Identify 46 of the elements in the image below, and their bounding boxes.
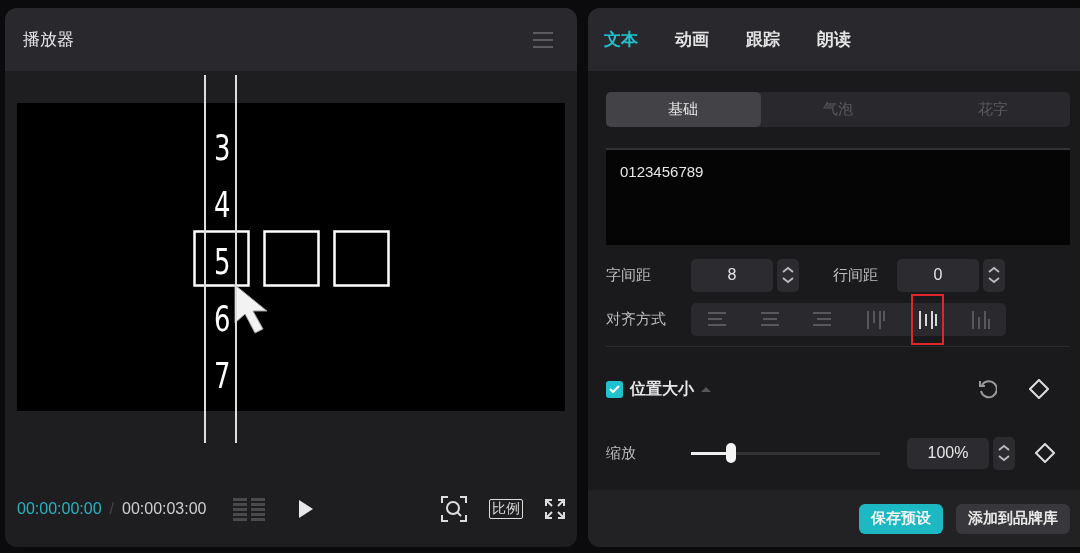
tab[interactable]: 跟踪 [746,28,780,51]
field-label: 对齐方式 [606,310,667,329]
section-title: 位置大小 [630,378,694,399]
panel-title: 播放器 [23,29,74,51]
play-icon[interactable] [296,499,315,519]
preview-glyph: 7 [213,354,231,398]
preview-glyph: 5 [213,240,231,284]
check-icon [608,383,621,395]
level-meter-icon [232,497,265,521]
zoom-fit-icon[interactable] [441,496,467,522]
preview-glyph: 6 [213,297,231,341]
fullscreen-icon[interactable] [545,499,565,519]
checkbox[interactable] [606,380,623,398]
add-button[interactable]: 添加到品牌库 [956,503,1070,534]
field-label: 字间距 [606,265,652,285]
number-field[interactable]: 8 [691,258,773,292]
stepper-button[interactable] [993,436,1015,470]
vertical-align-icon [917,309,938,330]
stepper-icon [986,265,1002,285]
tab[interactable]: 朗读 [817,28,851,51]
field-label: 行间距 [833,265,879,285]
stepper-icon [780,265,796,285]
tab[interactable]: 动画 [675,28,709,51]
number-field[interactable]: 0 [897,258,979,292]
segment-tab[interactable]: 基础 [606,92,761,127]
keyframe-icon[interactable] [1035,443,1055,463]
stepper-button[interactable] [983,258,1005,292]
keyframe-icon[interactable] [1029,379,1049,399]
reset-icon[interactable] [977,379,997,399]
highlight-frame [910,294,944,345]
stepper-button[interactable] [777,258,799,292]
vertical-align-icon [969,309,990,330]
time-separator: / [109,500,114,518]
tab[interactable]: 文本 [604,28,638,51]
cursor-icon [233,283,269,335]
field-label: 缩放 [606,443,637,463]
preview-glyph: 3 [213,126,231,170]
text-input-field[interactable]: 0123456789 [606,148,1070,245]
current-time: 00:00:00:00 [17,500,102,518]
vertical-align-icon [864,309,885,330]
ratio-button[interactable]: 比例 [489,499,523,519]
stepper-icon [996,443,1012,463]
preview-glyph: 4 [213,183,231,227]
total-time: 00:00:03:00 [122,500,207,518]
number-field[interactable]: 100% [907,437,989,469]
slider-thumb[interactable] [725,442,736,463]
